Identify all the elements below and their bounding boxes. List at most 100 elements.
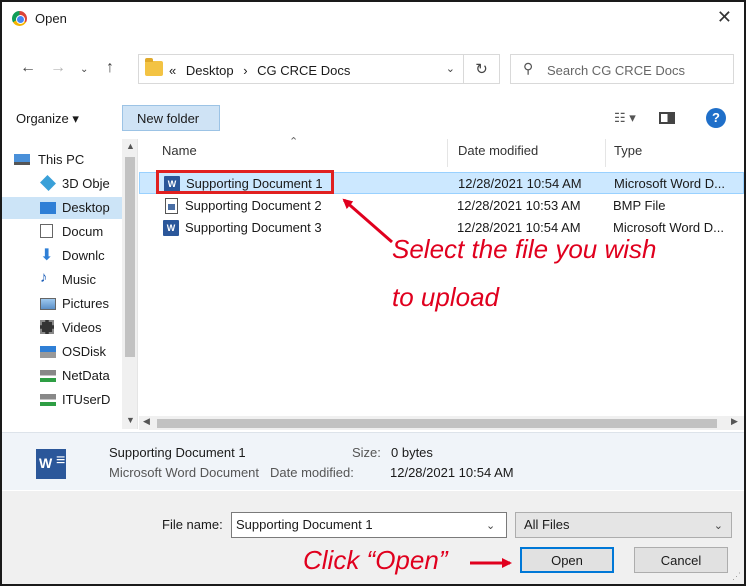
refresh-icon[interactable]: ↻: [464, 54, 500, 84]
music-icon: ♪: [40, 269, 48, 286]
column-divider[interactable]: [447, 139, 448, 167]
scroll-up-icon[interactable]: ▲: [126, 141, 135, 151]
file-type-value: All Files: [524, 517, 570, 532]
sidebar-item-desktop[interactable]: Desktop: [2, 197, 122, 219]
videos-icon: [40, 320, 54, 334]
sidebar-item-label: Docum: [62, 224, 104, 239]
sidebar-item-downloads[interactable]: ⬇ Downlc: [2, 245, 122, 267]
sidebar-item-videos[interactable]: Videos: [2, 317, 122, 339]
breadcrumb-cg-crce-docs[interactable]: CG CRCE Docs: [257, 63, 350, 78]
details-date-value: 12/28/2021 10:54 AM: [390, 465, 514, 480]
network-drive-icon: [40, 394, 56, 406]
file-name: Supporting Document 3: [185, 220, 322, 235]
file-type: BMP File: [613, 198, 666, 213]
sidebar-item-label: 3D Obje: [62, 176, 110, 191]
sidebar-item-music[interactable]: ♪ Music: [2, 269, 122, 291]
scrollbar-thumb[interactable]: [125, 157, 135, 357]
file-date: 12/28/2021 10:54 AM: [458, 176, 582, 191]
search-input[interactable]: ⚲ Search CG CRCE Docs: [510, 54, 734, 84]
sidebar-item-this-pc[interactable]: This PC: [2, 149, 122, 171]
sidebar-item-pictures[interactable]: Pictures: [2, 293, 122, 315]
organize-button[interactable]: Organize ▾: [16, 111, 79, 127]
file-type: Microsoft Word D...: [614, 176, 726, 191]
scroll-down-icon[interactable]: ▼: [126, 415, 135, 425]
address-chevron-down-icon[interactable]: ⌄: [446, 62, 455, 75]
help-icon[interactable]: ?: [706, 108, 726, 128]
sidebar-item-label: Desktop: [62, 200, 110, 215]
column-header-type[interactable]: Type: [614, 143, 642, 158]
breadcrumb: « Desktop › CG CRCE Docs: [169, 63, 356, 78]
forward-arrow-icon[interactable]: →: [50, 59, 66, 77]
breadcrumb-separator: ›: [243, 63, 248, 78]
details-pane: W Supporting Document 1 Size: 0 bytes Mi…: [2, 432, 744, 490]
recent-chevron-down-icon[interactable]: ⌄: [80, 64, 88, 75]
view-options-icon[interactable]: ☷ ▾: [614, 110, 636, 126]
open-button[interactable]: Open: [520, 547, 614, 573]
file-name-chevron-down-icon[interactable]: ⌄: [486, 519, 495, 532]
cancel-button[interactable]: Cancel: [634, 547, 728, 573]
network-drive-icon: [40, 370, 56, 382]
breadcrumb-desktop[interactable]: Desktop: [186, 63, 234, 78]
annotation-highlight-box: [156, 170, 334, 194]
back-arrow-icon[interactable]: ←: [20, 59, 36, 77]
chrome-icon: [12, 11, 27, 26]
details-size-label: Size:: [352, 445, 381, 460]
search-icon: ⚲: [523, 60, 534, 76]
sidebar-item-ituserd[interactable]: ITUserD: [2, 389, 122, 411]
sidebar-item-netdata[interactable]: NetData: [2, 365, 122, 387]
word-doc-large-icon: W: [36, 449, 66, 479]
sidebar-item-documents[interactable]: Docum: [2, 221, 122, 243]
sidebar-item-label: NetData: [62, 368, 110, 383]
annotation-click-open: Click “Open”: [303, 545, 448, 575]
file-type-chevron-down-icon: ⌄: [713, 520, 723, 532]
file-type-select[interactable]: All Files ⌄: [515, 512, 732, 538]
command-toolbar: Organize ▾ New folder ☷ ▾ ?: [2, 102, 744, 134]
pictures-icon: [40, 298, 56, 310]
disk-icon: [40, 346, 56, 358]
bmp-file-icon: [165, 198, 178, 214]
sidebar-item-label: OSDisk: [62, 344, 107, 359]
file-type: Microsoft Word D...: [613, 220, 725, 235]
scrollbar-thumb[interactable]: [157, 419, 717, 428]
scroll-right-icon[interactable]: ▶: [731, 416, 738, 427]
word-doc-icon: W: [163, 220, 179, 236]
details-file-type: Microsoft Word Document: [109, 465, 260, 480]
up-arrow-icon[interactable]: ↑: [106, 59, 114, 77]
search-placeholder: Search CG CRCE Docs: [547, 63, 685, 78]
file-date: 12/28/2021 10:54 AM: [457, 220, 581, 235]
column-header-date-modified[interactable]: Date modified: [458, 143, 538, 158]
file-date: 12/28/2021 10:53 AM: [457, 198, 581, 213]
close-icon[interactable]: ✕: [717, 7, 732, 28]
scroll-left-icon[interactable]: ◀: [143, 416, 150, 427]
table-row[interactable]: Supporting Document 2 12/28/2021 10:53 A…: [139, 195, 744, 217]
column-divider[interactable]: [605, 139, 606, 167]
annotation-select-line2: to upload: [392, 282, 499, 312]
sidebar-item-label: ITUserD: [62, 392, 111, 407]
window-title: Open: [35, 11, 67, 26]
annotation-select-line1: Select the file you wish: [392, 234, 657, 264]
breadcrumb-overflow[interactable]: «: [169, 63, 176, 78]
sidebar-item-osdisk[interactable]: OSDisk: [2, 341, 122, 363]
details-size-value: 0 bytes: [391, 445, 433, 460]
folder-icon: [145, 58, 163, 76]
pc-icon: [14, 154, 30, 165]
sidebar-item-label: Music: [62, 272, 96, 287]
address-bar[interactable]: « Desktop › CG CRCE Docs ⌄: [138, 54, 464, 84]
sidebar-item-label: Videos: [62, 320, 102, 335]
horizontal-scrollbar[interactable]: ◀ ▶: [139, 416, 744, 430]
preview-pane-icon[interactable]: [659, 112, 675, 124]
sidebar-item-label: Downlc: [62, 248, 105, 263]
sidebar-item-label: Pictures: [62, 296, 109, 311]
sort-ascending-icon: ⌃: [289, 136, 299, 148]
details-file-name: Supporting Document 1: [109, 445, 246, 460]
column-header-name[interactable]: Name: [162, 143, 197, 158]
file-name-input[interactable]: Supporting Document 1: [231, 512, 507, 538]
resize-grip-icon[interactable]: ⋰: [732, 571, 741, 582]
navigation-bar: ← → ⌄ ↑ « Desktop › CG CRCE Docs ⌄ ↻ ⚲ S…: [2, 54, 744, 86]
new-folder-button[interactable]: New folder: [122, 105, 220, 131]
sidebar-scrollbar[interactable]: ▲ ▼: [122, 139, 137, 429]
file-name-label: File name:: [162, 517, 223, 532]
sidebar-item-label: This PC: [38, 152, 85, 167]
sidebar-item-3d-objects[interactable]: 3D Obje: [2, 173, 122, 195]
navigation-pane: This PC 3D Obje Desktop Docum ⬇ Downlc ♪…: [2, 139, 138, 429]
